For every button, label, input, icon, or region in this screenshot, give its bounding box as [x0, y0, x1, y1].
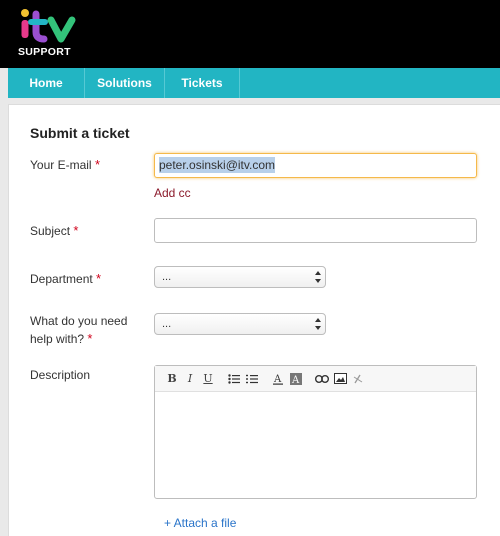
email-field[interactable]: peter.osinski@itv.com — [154, 153, 477, 178]
select-arrows-icon — [315, 271, 321, 283]
link-icon[interactable] — [313, 370, 331, 388]
required-marker: * — [96, 271, 102, 286]
department-select[interactable]: ... — [154, 266, 326, 288]
bold-icon[interactable]: B — [163, 370, 181, 388]
select-arrows-icon — [315, 318, 321, 330]
description-label: Description — [30, 368, 91, 382]
font-color-icon[interactable]: A — [269, 370, 287, 388]
bullet-list-icon[interactable] — [225, 370, 243, 388]
underline-icon[interactable]: U — [199, 370, 217, 388]
svg-text:A: A — [273, 374, 282, 385]
app-header: SUPPORT — [0, 0, 500, 68]
nav-solutions[interactable]: Solutions — [85, 68, 165, 98]
italic-icon[interactable]: I — [181, 370, 199, 388]
required-marker: * — [87, 331, 93, 346]
description-textarea[interactable] — [155, 392, 476, 498]
subject-input[interactable] — [154, 218, 477, 243]
department-label: Department * — [30, 271, 102, 286]
attach-file-link[interactable]: + Attach a file — [164, 516, 236, 530]
ticket-form-panel: Submit a ticket Your E-mail * peter.osin… — [8, 104, 500, 536]
editor-toolbar: B I U A A — [155, 366, 476, 392]
description-editor[interactable]: B I U A A — [154, 365, 477, 499]
help-label: What do you need help with? * — [30, 314, 128, 346]
background-color-icon[interactable]: A — [287, 370, 305, 388]
email-value: peter.osinski@itv.com — [159, 157, 275, 173]
itv-logo-icon — [21, 9, 76, 43]
itv-support-logo[interactable]: SUPPORT — [18, 6, 80, 62]
add-cc-link[interactable]: Add cc — [154, 186, 191, 200]
nav-home[interactable]: Home — [8, 68, 85, 98]
required-marker: * — [73, 223, 79, 238]
subject-label: Subject * — [30, 223, 79, 238]
main-nav: Home Solutions Tickets — [8, 68, 500, 98]
help-topic-select[interactable]: ... — [154, 313, 326, 335]
numbered-list-icon[interactable] — [243, 370, 261, 388]
image-icon[interactable] — [331, 370, 349, 388]
email-label: Your E-mail * — [30, 157, 100, 172]
support-label: SUPPORT — [18, 46, 71, 58]
nav-tickets[interactable]: Tickets — [165, 68, 240, 98]
remove-format-icon[interactable] — [349, 370, 367, 388]
required-marker: * — [94, 157, 100, 172]
page-title: Submit a ticket — [30, 125, 130, 141]
svg-text:A: A — [291, 375, 300, 385]
